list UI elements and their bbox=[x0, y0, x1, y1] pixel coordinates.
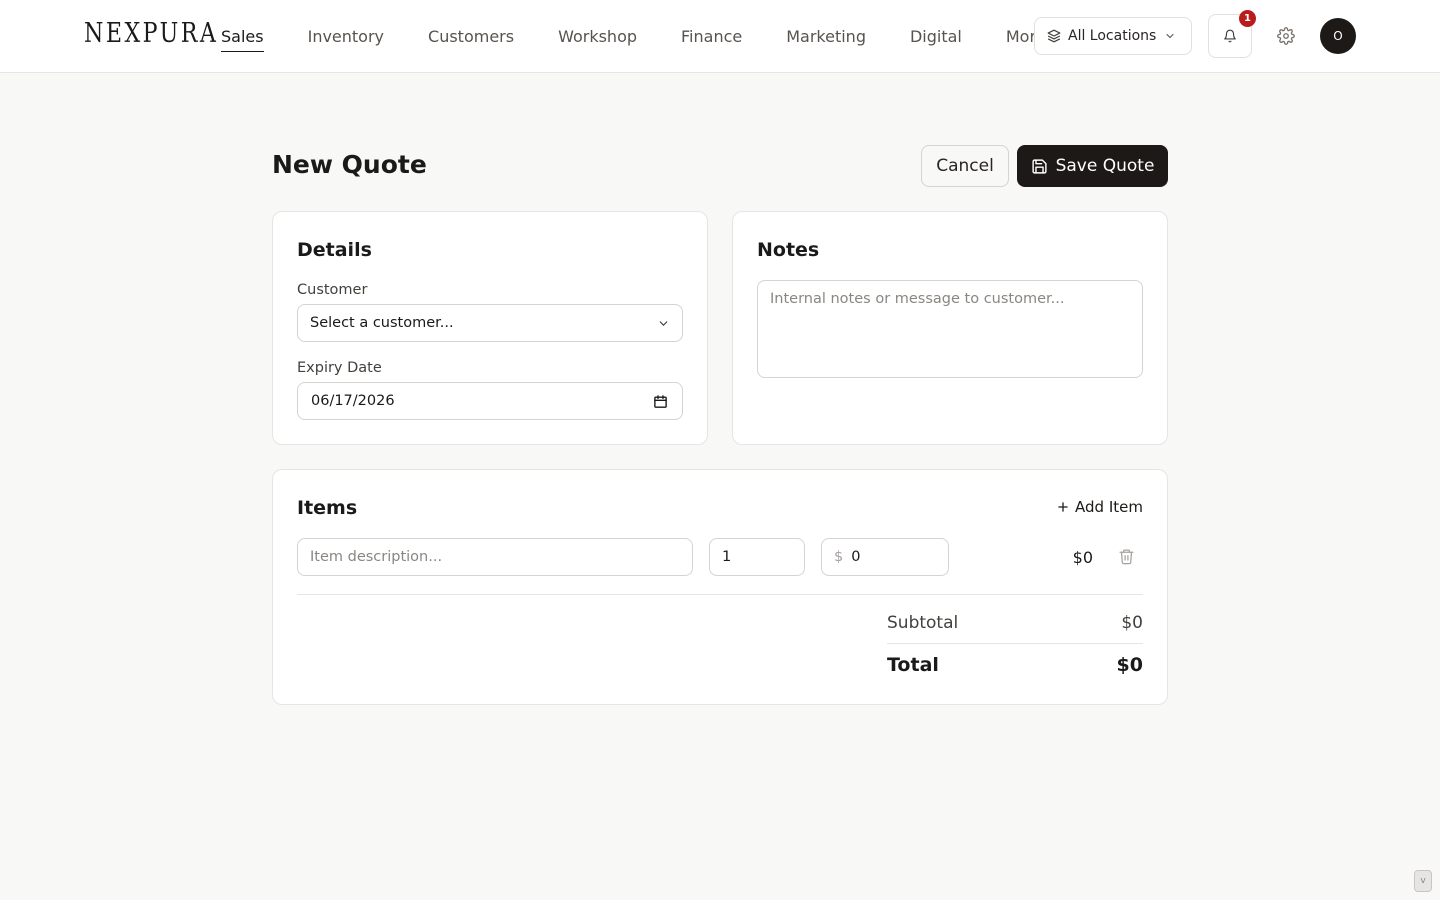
expiry-date-input[interactable]: 06/17/2026 bbox=[297, 382, 683, 420]
item-description-input[interactable]: Item description... bbox=[297, 538, 693, 576]
notes-card-title: Notes bbox=[757, 239, 820, 261]
customer-label: Customer bbox=[297, 282, 368, 298]
notes-textarea[interactable]: Internal notes or message to customer... bbox=[757, 280, 1143, 378]
calendar-icon[interactable] bbox=[653, 394, 668, 409]
location-selector[interactable]: All Locations bbox=[1034, 17, 1192, 55]
add-item-button[interactable]: Add Item bbox=[1056, 498, 1143, 516]
notification-count-badge: 1 bbox=[1239, 10, 1256, 27]
items-divider bbox=[297, 594, 1143, 595]
customer-select-value: Select a customer... bbox=[310, 315, 454, 331]
layers-icon bbox=[1047, 29, 1061, 43]
save-icon bbox=[1031, 158, 1048, 175]
customer-select[interactable]: Select a customer... bbox=[297, 304, 683, 342]
save-quote-button[interactable]: Save Quote bbox=[1017, 145, 1168, 187]
cancel-button[interactable]: Cancel bbox=[921, 145, 1009, 187]
nav-item-digital[interactable]: Digital bbox=[910, 0, 962, 72]
trash-icon[interactable] bbox=[1116, 546, 1136, 566]
item-quantity-input[interactable]: 1 bbox=[709, 538, 805, 576]
chevron-down-icon bbox=[1164, 30, 1176, 42]
items-card: Items Add Item Item description... 1 $ 0… bbox=[272, 469, 1168, 705]
corner-toggle-button[interactable]: v bbox=[1414, 870, 1432, 892]
details-card: Details Customer Select a customer... Ex… bbox=[272, 211, 708, 445]
total-label: Total bbox=[887, 654, 939, 676]
location-selector-label: All Locations bbox=[1068, 28, 1157, 44]
gear-icon bbox=[1277, 27, 1295, 45]
subtotal-value: $0 bbox=[1121, 613, 1143, 633]
nav-item-marketing[interactable]: Marketing bbox=[786, 0, 866, 72]
top-navigation-bar: NEXPURA Sales Inventory Customers Worksh… bbox=[0, 0, 1440, 73]
nav-item-customers[interactable]: Customers bbox=[428, 0, 514, 72]
item-price-value: 0 bbox=[851, 549, 861, 565]
expiry-date-label: Expiry Date bbox=[297, 360, 382, 376]
expiry-date-value: 06/17/2026 bbox=[311, 393, 395, 409]
nav-item-sales[interactable]: Sales bbox=[221, 0, 264, 72]
items-card-title: Items bbox=[297, 497, 358, 519]
user-avatar[interactable]: O bbox=[1320, 18, 1356, 54]
settings-button[interactable] bbox=[1274, 24, 1298, 48]
add-item-label: Add Item bbox=[1075, 498, 1143, 516]
item-line-total: $0 bbox=[1072, 548, 1093, 567]
main-nav: Sales Inventory Customers Workshop Finan… bbox=[221, 0, 1046, 72]
bell-icon bbox=[1223, 29, 1237, 43]
nav-item-finance[interactable]: Finance bbox=[681, 0, 742, 72]
details-card-title: Details bbox=[297, 239, 372, 261]
plus-icon bbox=[1056, 500, 1070, 514]
save-quote-button-label: Save Quote bbox=[1055, 156, 1155, 176]
notes-card: Notes Internal notes or message to custo… bbox=[732, 211, 1168, 445]
nav-item-workshop[interactable]: Workshop bbox=[558, 0, 637, 72]
item-price-input[interactable]: $ 0 bbox=[821, 538, 949, 576]
page-title: New Quote bbox=[272, 150, 427, 179]
brand-logo[interactable]: NEXPURA bbox=[84, 18, 218, 49]
subtotal-label: Subtotal bbox=[887, 613, 959, 633]
nav-item-inventory[interactable]: Inventory bbox=[308, 0, 384, 72]
totals-divider bbox=[887, 643, 1143, 644]
chevron-down-icon bbox=[657, 317, 670, 330]
total-value: $0 bbox=[1116, 654, 1143, 676]
currency-symbol: $ bbox=[834, 549, 844, 565]
